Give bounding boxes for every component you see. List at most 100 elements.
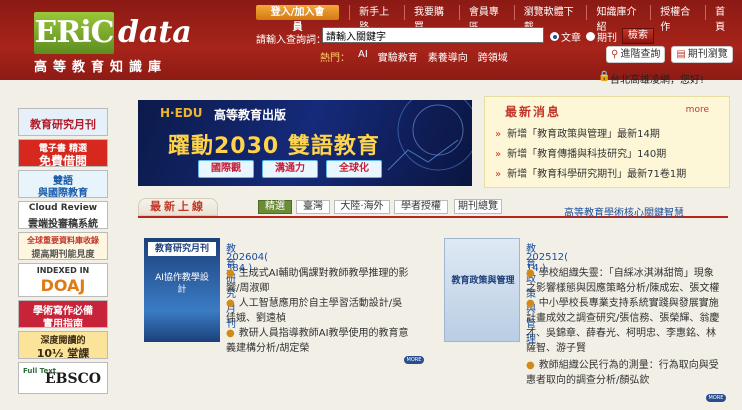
nav-cooperation[interactable]: 授權合作 [650, 5, 705, 33]
latest-title: 最新上線 [138, 198, 218, 216]
hot-keywords: 熱門： AI 實驗教育 素養導向 跨領域 [320, 49, 518, 64]
article-title: 教師組織公民行為的測量：行為取向與受惠者取向的調查分析/顏弘欽 [526, 360, 719, 386]
header: ERiC data 高等教育知識庫 登入/加入會員 新手上路 我要購買 會員專區… [0, 0, 742, 80]
bullet-icon: ● [526, 360, 535, 371]
lock-icon: 🔒 [598, 71, 611, 82]
search-tools: ⚲ 進階查詢 ▤ 期刊瀏覽 [600, 46, 733, 63]
news-item[interactable]: » 新增「教育傳播與科技研究」140期 [495, 145, 666, 160]
sidebar-banner-database[interactable]: 全球重要資料庫收錄 提高期刊能見度 [18, 232, 108, 260]
radio-periodical[interactable]: 期刊 [586, 29, 617, 44]
nav-home[interactable]: 首頁 [705, 5, 742, 33]
nav-beginner[interactable]: 新手上路 [349, 5, 404, 33]
article-title: 學校組織失靈：「自綵冰淇淋甜筒」現象之影響樣態與因應策略分析/陳成宏、張文權 [526, 268, 720, 294]
more-button[interactable]: MORE [404, 356, 424, 364]
sidebar-banner-doaj[interactable]: INDEXED IN DOAJ [18, 263, 108, 297]
news-item[interactable]: » 新增「教育政策與管理」最新14期 [495, 125, 660, 140]
search-label: 請輸入查詢詞： [256, 35, 326, 46]
promo-tag-international: 國際觀 [198, 160, 254, 178]
bullet-icon: ● [226, 268, 235, 279]
promo-banner[interactable]: H·EDU 高等教育出版 躍動2030 雙語教育 國際觀 溝通力 全球化 [138, 100, 472, 186]
nav-member[interactable]: 會員專區 [458, 5, 514, 33]
top-nav: 登入/加入會員 新手上路 我要購買 會員專區 瀏覽軟體下載 知識庫介紹 授權合作… [256, 5, 742, 33]
radio-periodical-dot [586, 32, 595, 41]
article-title: 教研人員指導教師AI教學使用的教育意義建構分析/胡定榮 [226, 328, 409, 354]
hot-item-literacy[interactable]: 素養導向 [428, 49, 468, 64]
hot-item-experimental[interactable]: 實驗教育 [378, 49, 418, 64]
journal-article[interactable]: ● 人工智慧應用於自主學習活動設計/吳佳娥、劉遠楨 [226, 296, 412, 326]
journal-article[interactable]: ● 教師組織公民行為的測量：行為取向與受惠者取向的調查分析/顏弘欽 [526, 358, 722, 388]
sidebar-banner-academic-writing[interactable]: 學術寫作必備 實用指南 [18, 300, 108, 328]
nav-intro[interactable]: 知識庫介紹 [586, 5, 650, 33]
user-greeting: 台北高雄凌網，您好! [610, 75, 705, 86]
latest-tabs: 最新上線 精選 臺灣 大陸·海外 學者授權 期刊總覽 高等教育學術核心關鍵智慧 [138, 198, 728, 219]
tab-mainland-overseas[interactable]: 大陸·海外 [334, 200, 390, 214]
sidebar-banner-line1: INDEXED IN [36, 266, 90, 275]
cover-title: 教育研究月刊 [148, 242, 216, 256]
arrow-icon: » [495, 129, 502, 140]
journal-article[interactable]: ● 中小學校長專業支持系統實踐與發展實施計畫成效之調查研究/張信務、張榮輝、翁慶才… [526, 296, 722, 356]
tab-featured[interactable]: 精選 [258, 200, 292, 214]
journal-article[interactable]: ● 教研人員指導教師AI教學使用的教育意義建構分析/胡定榮 [226, 326, 412, 356]
nav-download[interactable]: 瀏覽軟體下載 [513, 5, 587, 33]
sidebar-banner-line2: 10½ 堂課 [36, 347, 90, 359]
page: ERiC data 高等教育知識庫 登入/加入會員 新手上路 我要購買 會員專區… [0, 0, 742, 410]
cover-title: 教育政策與管理 [451, 276, 515, 286]
advanced-search-button[interactable]: ⚲ 進階查詢 [606, 46, 666, 63]
journal-article[interactable]: ● 生成式AI輔助偶課對教師教學推理的影響/周淑卿 [226, 266, 412, 296]
sidebar-banner-line1: 全球重要資料庫收錄 [27, 236, 99, 245]
promo-tag-communication: 溝通力 [262, 160, 318, 178]
sidebar-banner-cloud-review[interactable]: Cloud Review 雲端投審稿系統 [18, 201, 108, 229]
magnifier-icon: ⚲ [611, 49, 619, 60]
tab-scholar-authorized[interactable]: 學者授權 [394, 200, 448, 214]
news-item-text: 新增「教育傳播與科技研究」140期 [507, 149, 667, 160]
periodical-browse-button[interactable]: ▤ 期刊瀏覽 [671, 46, 733, 63]
tab-slogan: 高等教育學術核心關鍵智慧 [564, 208, 684, 219]
sidebar-banner-line1: Cloud Review [28, 203, 98, 213]
sidebar-banner-bilingual[interactable]: 雙語 與國際教育 [18, 170, 108, 198]
journal-article[interactable]: ● 學校組織失靈：「自綵冰淇淋甜筒」現象之影響樣態與因應策略分析/陳成宏、張文權 [526, 266, 722, 296]
promo-brand: 高等教育出版 [214, 108, 287, 122]
sidebar-banner-line2: EBSCO [45, 371, 101, 387]
arrow-icon: » [495, 169, 502, 180]
promo-brand-logo: H·EDU [160, 106, 203, 120]
journal-cover[interactable]: 教育政策與管理 [444, 238, 520, 342]
bullet-icon: ● [226, 328, 235, 339]
hot-item-cross-domain[interactable]: 跨領域 [478, 49, 508, 64]
search-button[interactable]: 檢索 [622, 28, 654, 44]
cover-subtitle: AI協作教學設計 [155, 273, 209, 295]
sidebar-banner-line1: 教育研究月刊 [30, 118, 96, 131]
periodical-overview-button[interactable]: 期刊總覽 [454, 199, 502, 214]
article-title: 人工智慧應用於自主學習活動設計/吳佳娥、劉遠楨 [226, 298, 403, 324]
arrow-icon: » [495, 149, 502, 160]
radio-article-label: 文章 [561, 33, 581, 44]
join-button[interactable]: 登入/加入會員 [256, 5, 340, 33]
sidebar-banner-ebook[interactable]: 電子書 精選 免費借閱 [18, 139, 108, 167]
tab-taiwan[interactable]: 臺灣 [296, 200, 330, 214]
news-title: 最新消息 [505, 105, 562, 119]
radio-article-dot [550, 32, 559, 41]
sidebar-banner-deep-reading[interactable]: 深度閱讀的 10½ 堂課 [18, 331, 108, 359]
sidebar-banner-research-monthly[interactable]: 教育研究月刊 [18, 108, 108, 136]
news-more-link[interactable]: more [686, 105, 709, 115]
nav-buy[interactable]: 我要購買 [404, 5, 459, 33]
news-item-text: 新增「教育政策與管理」最新14期 [507, 129, 660, 140]
news-item-text: 新增「教育科學研究期刊」最新71卷1期 [507, 169, 687, 180]
bullet-icon: ● [526, 298, 535, 309]
search-input[interactable] [322, 27, 544, 43]
bullet-icon: ● [226, 298, 235, 309]
sidebar-banner-line2: 雲端投審稿系統 [28, 219, 98, 229]
sidebar-banner-line2: DOAJ [40, 276, 86, 295]
news-item[interactable]: » 新增「教育科學研究期刊」最新71卷1期 [495, 165, 686, 180]
periodical-browse-label: 期刊瀏覽 [687, 49, 728, 60]
hot-item-ai[interactable]: AI [358, 49, 368, 64]
sidebar-banner-line2: 實用指南 [43, 319, 83, 328]
promo-tag-globalization: 全球化 [326, 160, 382, 178]
more-button[interactable]: MORE [706, 394, 726, 402]
book-icon: ▤ [676, 49, 686, 60]
journal-cover[interactable]: 教育研究月刊 AI協作教學設計 [144, 238, 220, 342]
hot-label: 熱門： [320, 53, 350, 64]
advanced-search-label: 進階查詢 [620, 49, 661, 60]
radio-article[interactable]: 文章 [550, 29, 581, 44]
sidebar-banner-ebsco[interactable]: Full Text EBSCO [18, 362, 108, 394]
article-title: 生成式AI輔助偶課對教師教學推理的影響/周淑卿 [226, 268, 409, 294]
